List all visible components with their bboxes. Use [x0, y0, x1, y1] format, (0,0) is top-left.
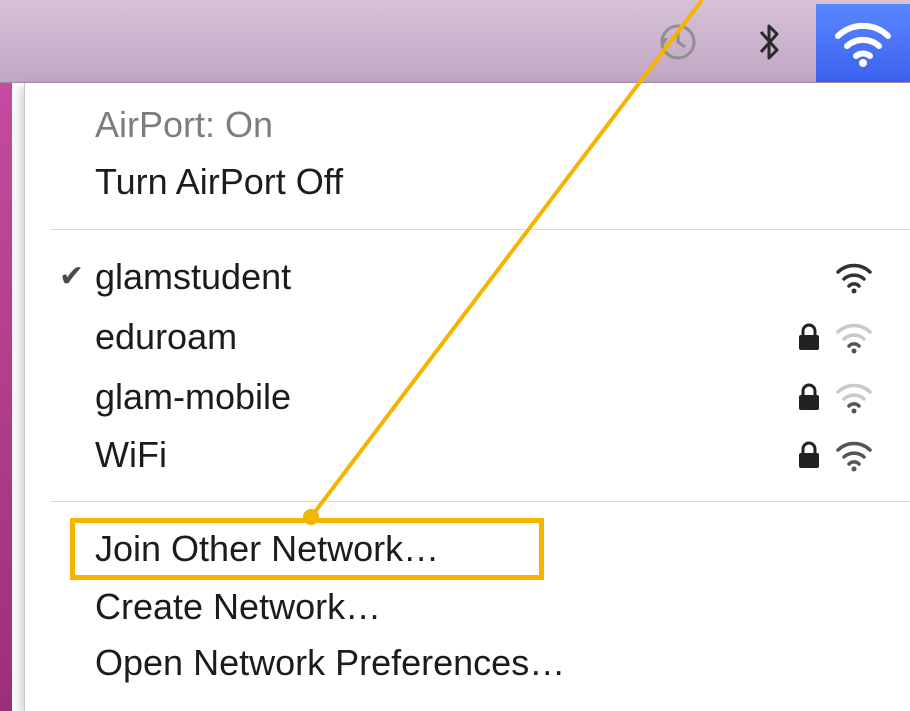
callout-pointer — [303, 0, 704, 525]
highlight-box — [70, 518, 544, 580]
